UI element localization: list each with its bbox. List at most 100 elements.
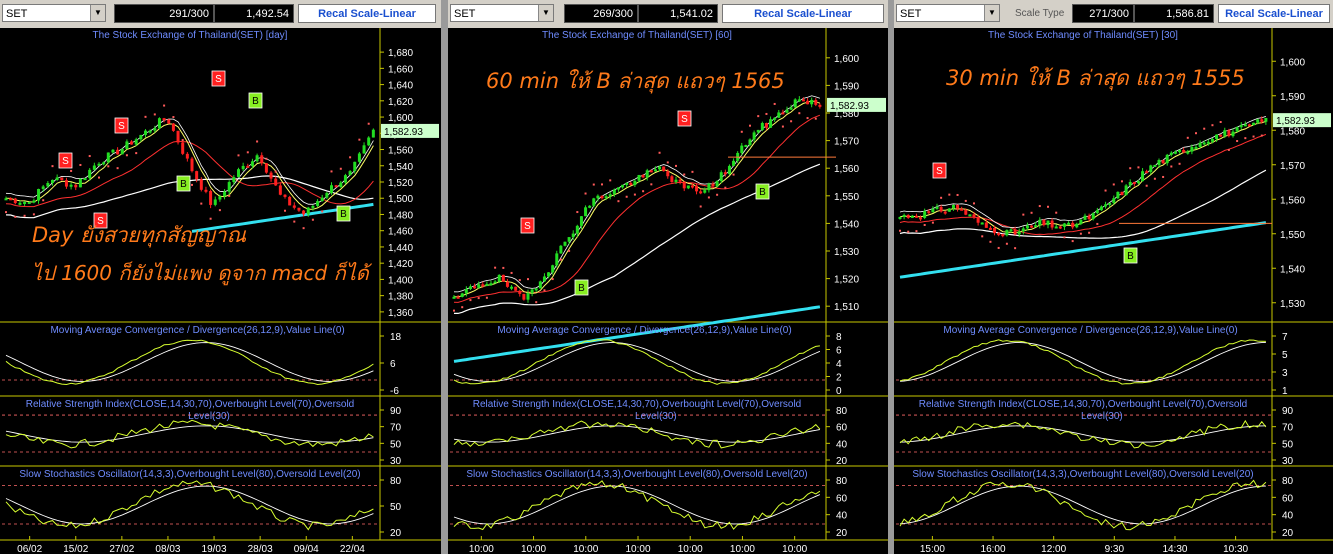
price-tick-label: 1,530 — [1280, 299, 1305, 310]
sar-dot — [973, 202, 975, 205]
rsi-signal-line — [5, 425, 374, 443]
chart-canvas: The Stock Exchange of Thailand(SET) [day… — [0, 28, 441, 554]
candle-body — [460, 293, 464, 297]
candle-body — [1231, 131, 1235, 137]
ma-red-line — [453, 114, 821, 303]
candle-body — [984, 222, 988, 228]
x-tick-label: 16:00 — [981, 544, 1006, 554]
buy-signal-label: B — [252, 96, 259, 107]
x-tick-label: 15/02 — [63, 544, 88, 554]
buy-signal-label: B — [1127, 251, 1134, 262]
sar-dot — [293, 220, 296, 223]
candle-body — [1161, 160, 1165, 164]
candle-body — [348, 171, 352, 176]
candle-body — [209, 191, 213, 205]
sar-dot — [98, 176, 100, 179]
candle-body — [530, 289, 534, 293]
macd-tick-label: 1 — [1282, 386, 1288, 397]
chart-canvas: The Stock Exchange of Thailand(SET) [30]… — [894, 28, 1333, 554]
candle-body — [485, 283, 489, 286]
candle-body — [1149, 165, 1153, 172]
x-tick-label: 09/04 — [294, 544, 319, 554]
candle-body — [740, 145, 744, 153]
candle-body — [773, 117, 777, 120]
rsi-tick-label: 30 — [390, 456, 402, 467]
sar-dot — [814, 117, 817, 120]
candle-body — [526, 292, 530, 300]
candle-body — [181, 142, 185, 154]
candle-body — [956, 204, 960, 209]
price-tick-label: 1,600 — [388, 113, 413, 124]
sar-dot — [200, 202, 203, 205]
candle-body — [269, 172, 273, 179]
sar-dot — [732, 173, 735, 176]
sar-dot — [144, 115, 147, 118]
chart-panel-30min: SET ▼ Scale Type 271/300 1,586.81 Recal S… — [894, 0, 1333, 554]
candle-body — [255, 155, 259, 162]
sar-dot — [191, 183, 193, 186]
rsi-tick-label: 90 — [1282, 406, 1294, 417]
sar-dot — [757, 115, 760, 118]
candle-body — [102, 162, 106, 165]
rsi-tick-label: 70 — [1282, 423, 1294, 434]
candle-body — [538, 281, 542, 289]
stoch-tick-label: 50 — [390, 502, 402, 513]
candle-body — [686, 185, 690, 189]
candle-body — [727, 165, 731, 174]
candle-body — [260, 155, 264, 164]
sar-dot — [485, 296, 488, 299]
sar-dot — [765, 112, 768, 115]
sar-dot — [601, 183, 603, 186]
candle-body — [571, 233, 575, 238]
candle-body — [1190, 147, 1194, 152]
sar-dot — [163, 104, 166, 107]
sar-dot — [625, 195, 628, 198]
candle-body — [339, 182, 343, 188]
candle-body — [678, 179, 682, 182]
stoch-tick-label: 20 — [836, 528, 848, 539]
candle-body — [555, 253, 559, 266]
candle-body — [633, 180, 637, 186]
candle-body — [1108, 202, 1112, 205]
candle-body — [1120, 191, 1124, 196]
candle-body — [584, 207, 588, 217]
x-tick-label: 10:00 — [573, 544, 598, 554]
macd-tick-label: 2 — [836, 373, 842, 384]
stoch-tick-label: 80 — [1282, 476, 1294, 487]
x-tick-label: 10:00 — [521, 544, 546, 554]
rsi-tick-label: 40 — [836, 439, 848, 450]
candle-body — [919, 217, 923, 220]
candle-body — [785, 109, 789, 113]
long-ma-line — [899, 221, 1267, 279]
rsi-tick-label: 60 — [836, 423, 848, 434]
candle-body — [993, 228, 997, 234]
stoch-tick-label: 80 — [390, 476, 402, 487]
sar-dot — [592, 183, 595, 186]
candle-body — [715, 180, 719, 187]
candle-body — [1017, 231, 1021, 235]
macd-pane-label: Moving Average Convergence / Divergence(… — [943, 325, 1237, 336]
candle-body — [902, 214, 906, 217]
candle-body — [1058, 226, 1062, 229]
sar-dot — [218, 209, 221, 212]
sar-dot — [691, 170, 694, 173]
sar-dot — [1055, 211, 1058, 214]
candle-body — [1223, 130, 1227, 136]
candle-body — [645, 170, 649, 178]
candle-body — [250, 161, 254, 167]
candle-body — [223, 191, 227, 197]
price-tick-label: 1,480 — [388, 210, 413, 221]
sar-dot — [790, 120, 793, 123]
candle-body — [1202, 142, 1206, 145]
candle-body — [906, 214, 910, 218]
candle-body — [1013, 229, 1017, 235]
candle-body — [144, 130, 147, 135]
candle-body — [1210, 138, 1214, 142]
candle-body — [46, 182, 50, 187]
candle-body — [777, 112, 781, 118]
price-tick-label: 1,550 — [1280, 230, 1305, 241]
candle-body — [510, 286, 514, 289]
price-tick-label: 1,400 — [388, 275, 413, 286]
candle-body — [637, 175, 641, 181]
candle-body — [227, 182, 231, 192]
